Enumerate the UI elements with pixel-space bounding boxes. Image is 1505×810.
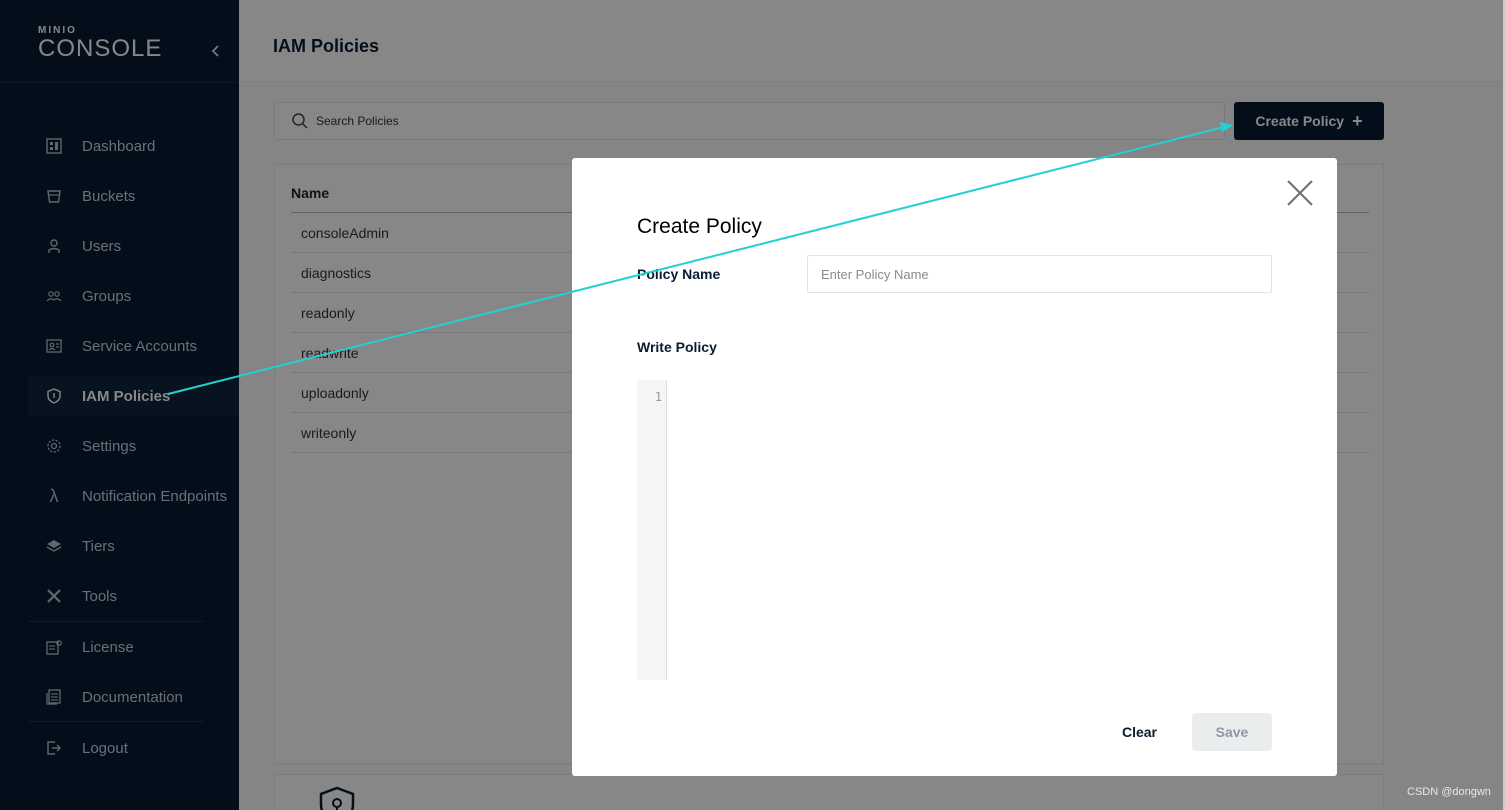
write-policy-label: Write Policy — [637, 339, 717, 355]
line-number: 1 — [654, 390, 662, 404]
clear-button[interactable]: Clear — [1112, 713, 1167, 751]
editor-gutter: 1 — [637, 380, 667, 680]
close-dialog-button[interactable] — [1285, 178, 1315, 208]
policy-code-editor[interactable]: 1 — [637, 380, 1272, 680]
close-icon — [1287, 180, 1313, 206]
watermark-text: CSDN @dongwn — [1407, 786, 1491, 798]
dialog-title: Create Policy — [637, 215, 762, 238]
save-button[interactable]: Save — [1192, 713, 1272, 751]
editor-text-area[interactable] — [668, 380, 1272, 680]
create-policy-dialog: Create Policy Policy Name Write Policy 1… — [572, 158, 1337, 776]
policy-name-input[interactable] — [807, 255, 1272, 293]
policy-name-label: Policy Name — [637, 266, 721, 282]
